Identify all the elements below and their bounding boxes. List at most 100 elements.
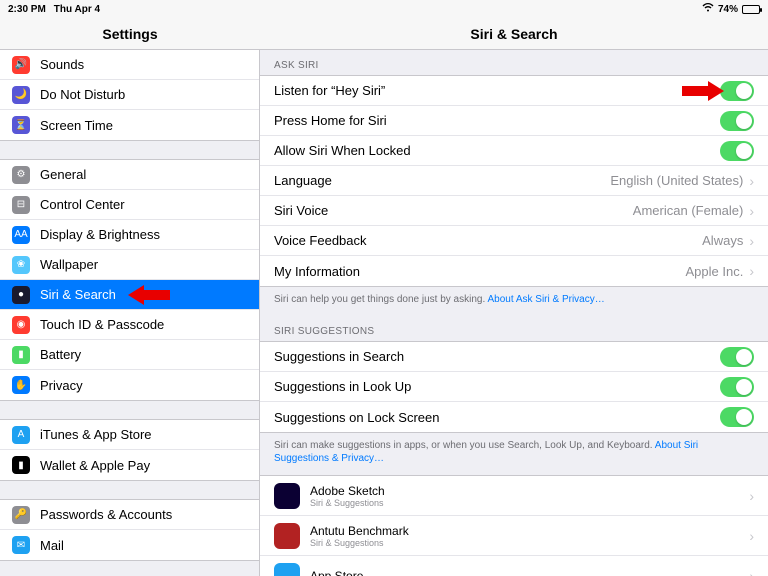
setting-row-press-home-for-siri[interactable]: Press Home for Siri <box>260 106 768 136</box>
app-row-adobe-sketch[interactable]: Adobe SketchSiri & Suggestions› <box>260 476 768 516</box>
setting-value: English (United States) <box>610 173 743 188</box>
setting-row-allow-siri-when-locked[interactable]: Allow Siri When Locked <box>260 136 768 166</box>
sidebar: 🔊 Sounds 🌙 Do Not Disturb ⏳ Screen Time ⚙ Gene… <box>0 50 260 576</box>
sidebar-icon: ❀ <box>12 256 30 274</box>
setting-row-suggestions-in-look-up[interactable]: Suggestions in Look Up <box>260 372 768 402</box>
setting-label: Listen for “Hey Siri” <box>274 83 720 98</box>
app-icon <box>274 563 300 576</box>
status-time: 2:30 PM <box>8 4 46 15</box>
sidebar-item-label: Screen Time <box>40 118 247 133</box>
sidebar-item-label: Display & Brightness <box>40 227 247 242</box>
setting-row-suggestions-on-lock-screen[interactable]: Suggestions on Lock Screen <box>260 402 768 432</box>
toggle-switch[interactable] <box>720 81 754 101</box>
sidebar-item-battery[interactable]: ▮ Battery <box>0 340 259 370</box>
sidebar-item-mail[interactable]: ✉Mail <box>0 530 259 560</box>
section-footer-ask-siri: Siri can help you get things done just b… <box>260 287 768 316</box>
setting-row-siri-voice[interactable]: Siri VoiceAmerican (Female)› <box>260 196 768 226</box>
sidebar-item-control-center[interactable]: ⊟ Control Center <box>0 190 259 220</box>
sidebar-item-label: Do Not Disturb <box>40 87 247 102</box>
section-header-ask-siri: ASK SIRI <box>260 50 768 75</box>
sidebar-icon: ✉ <box>12 536 30 554</box>
app-subtitle: Siri & Suggestions <box>310 498 749 508</box>
sidebar-item-label: Sounds <box>40 57 247 72</box>
sidebar-icon: 🔑 <box>12 506 30 524</box>
sidebar-item-sounds[interactable]: 🔊 Sounds <box>0 50 259 80</box>
section-header-suggestions: SIRI SUGGESTIONS <box>260 316 768 341</box>
setting-value: American (Female) <box>633 203 744 218</box>
section-footer-suggestions: Siri can make suggestions in apps, or wh… <box>260 433 768 475</box>
sidebar-icon: ▮ <box>12 456 30 474</box>
sidebar-item-wallpaper[interactable]: ❀Wallpaper <box>0 250 259 280</box>
sidebar-item-privacy[interactable]: ✋Privacy <box>0 370 259 400</box>
status-date: Thu Apr 4 <box>54 4 100 15</box>
sidebar-item-label: General <box>40 167 247 182</box>
chevron-right-icon: › <box>749 528 754 544</box>
sidebar-item-label: Touch ID & Passcode <box>40 317 247 332</box>
sidebar-item-itunes-app-store[interactable]: AiTunes & App Store <box>0 420 259 450</box>
toggle-switch[interactable] <box>720 111 754 131</box>
app-row-app-store[interactable]: App Store› <box>260 556 768 576</box>
sidebar-icon: ▮ <box>12 346 30 364</box>
sidebar-item-label: Wallet & Apple Pay <box>40 458 247 473</box>
sidebar-icon: ⊟ <box>12 196 30 214</box>
app-icon <box>274 483 300 509</box>
sidebar-icon: 🌙 <box>12 86 30 104</box>
chevron-right-icon: › <box>749 173 754 189</box>
setting-label: Allow Siri When Locked <box>274 143 720 158</box>
sidebar-item-label: Privacy <box>40 378 247 393</box>
setting-label: Siri Voice <box>274 203 633 218</box>
app-subtitle: Siri & Suggestions <box>310 538 749 548</box>
chevron-right-icon: › <box>749 568 754 576</box>
app-name: Antutu Benchmark <box>310 524 749 538</box>
sidebar-item-wallet-apple-pay[interactable]: ▮ Wallet & Apple Pay <box>0 450 259 480</box>
app-name: Adobe Sketch <box>310 484 749 498</box>
sidebar-icon: ● <box>12 286 30 304</box>
sidebar-item-touch-id-passcode[interactable]: ◉ Touch ID & Passcode <box>0 310 259 340</box>
setting-label: Suggestions on Lock Screen <box>274 410 720 425</box>
app-name: App Store <box>310 569 749 576</box>
app-icon <box>274 523 300 549</box>
status-bar: 2:30 PM Thu Apr 4 74% <box>0 0 768 18</box>
toggle-switch[interactable] <box>720 377 754 397</box>
toggle-switch[interactable] <box>720 141 754 161</box>
annotation-arrow-icon <box>128 285 170 308</box>
setting-row-my-information[interactable]: My InformationApple Inc. › <box>260 256 768 286</box>
ask-siri-privacy-link[interactable]: About Ask Siri & Privacy… <box>487 294 604 305</box>
setting-label: Language <box>274 173 610 188</box>
setting-label: Press Home for Siri <box>274 113 720 128</box>
setting-label: My Information <box>274 264 686 279</box>
setting-row-listen-for-hey-siri-[interactable]: Listen for “Hey Siri” <box>260 76 768 106</box>
sidebar-item-label: Control Center <box>40 197 247 212</box>
sidebar-icon: ⏳ <box>12 116 30 134</box>
sidebar-icon: AA <box>12 226 30 244</box>
header-detail-title: Siri & Search <box>260 18 768 49</box>
sidebar-icon: ⚙ <box>12 166 30 184</box>
sidebar-item-label: iTunes & App Store <box>40 427 247 442</box>
annotation-arrow-icon <box>682 81 724 104</box>
toggle-switch[interactable] <box>720 407 754 427</box>
toggle-switch[interactable] <box>720 347 754 367</box>
header-sidebar-title: Settings <box>0 18 260 49</box>
setting-value: Always <box>702 233 743 248</box>
setting-row-language[interactable]: LanguageEnglish (United States) › <box>260 166 768 196</box>
setting-row-suggestions-in-search[interactable]: Suggestions in Search <box>260 342 768 372</box>
sidebar-item-label: Battery <box>40 347 247 362</box>
header: Settings Siri & Search <box>0 18 768 50</box>
sidebar-item-passwords-accounts[interactable]: 🔑 Passwords & Accounts <box>0 500 259 530</box>
sidebar-item-general[interactable]: ⚙ General <box>0 160 259 190</box>
app-row-antutu-benchmark[interactable]: Antutu BenchmarkSiri & Suggestions› <box>260 516 768 556</box>
battery-icon <box>742 5 760 14</box>
sidebar-item-do-not-disturb[interactable]: 🌙 Do Not Disturb <box>0 80 259 110</box>
wifi-icon <box>702 3 714 15</box>
sidebar-icon: ◉ <box>12 316 30 334</box>
sidebar-item-screen-time[interactable]: ⏳ Screen Time <box>0 110 259 140</box>
sidebar-item-display-brightness[interactable]: AA Display & Brightness <box>0 220 259 250</box>
setting-value: Apple Inc. <box>686 264 744 279</box>
setting-label: Suggestions in Search <box>274 349 720 364</box>
sidebar-item-siri-search[interactable]: ●Siri & Search <box>0 280 259 310</box>
sidebar-icon: 🔊 <box>12 56 30 74</box>
detail-pane: ASK SIRI Listen for “Hey Siri” Press Home… <box>260 50 768 576</box>
sidebar-item-label: Passwords & Accounts <box>40 507 247 522</box>
chevron-right-icon: › <box>749 263 754 279</box>
setting-row-voice-feedback[interactable]: Voice FeedbackAlways› <box>260 226 768 256</box>
